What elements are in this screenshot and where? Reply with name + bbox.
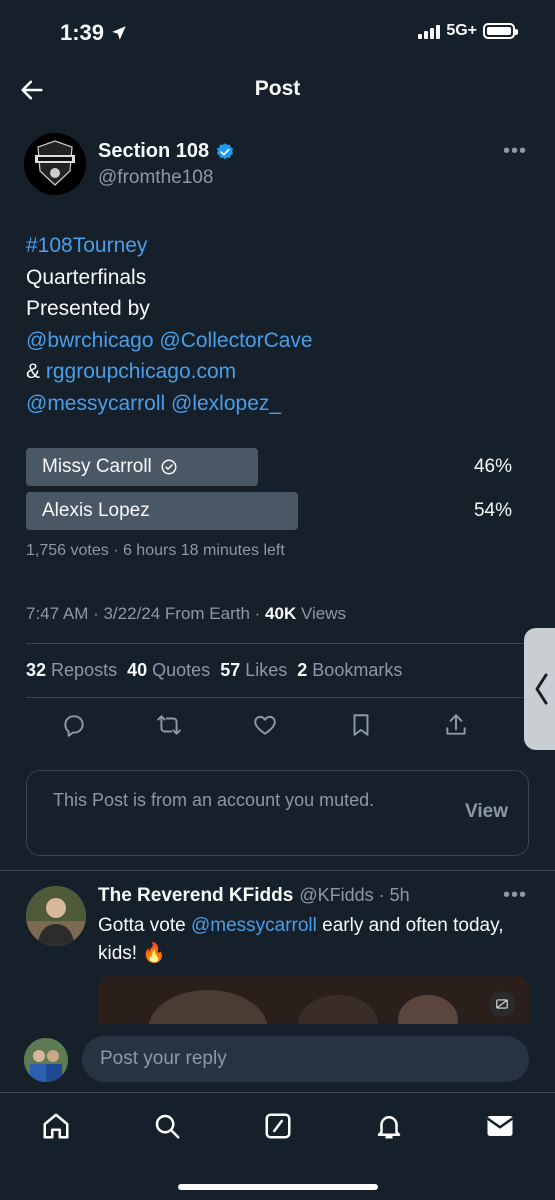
bookmark-icon <box>353 714 369 736</box>
cellular-signal-icon <box>418 23 441 39</box>
hashtag-link[interactable]: #108Tourney <box>26 234 147 257</box>
ampersand: & <box>26 360 41 383</box>
reply-author-name[interactable]: The Reverend KFidds <box>98 885 293 907</box>
nav-home[interactable] <box>41 1111 73 1143</box>
poll-percent: 46% <box>473 456 512 477</box>
post-text: #108Tourney Quarterfinals Presented by @… <box>26 230 313 419</box>
search-icon <box>155 1114 180 1139</box>
post-timestamp: 7:47 AM · 3/22/24 From Earth · 40K Views <box>26 604 346 623</box>
home-indicator <box>178 1184 378 1190</box>
location-arrow-icon <box>112 26 126 40</box>
verified-badge-icon <box>217 142 234 159</box>
chevron-left-icon <box>535 673 548 705</box>
author-handle[interactable]: @fromthe108 <box>98 167 213 189</box>
poll-option-label: Missy Carroll <box>42 456 152 477</box>
nav-messages[interactable] <box>485 1111 517 1143</box>
status-indicators: 5G+ <box>418 22 518 40</box>
divider <box>26 697 529 698</box>
mention-link[interactable]: @messycarroll <box>191 915 317 936</box>
poll-option-label: Alexis Lopez <box>42 500 150 521</box>
share-button[interactable] <box>408 712 504 742</box>
bookmark-button[interactable] <box>313 712 409 742</box>
bookmarks-stat[interactable]: 2 Bookmarks <box>297 660 402 681</box>
view-muted-button[interactable]: View <box>465 801 508 823</box>
url-link[interactable]: rggroupchicago.com <box>46 360 236 383</box>
status-time: 1:39 <box>60 20 128 46</box>
more-options-icon[interactable]: ••• <box>503 140 527 163</box>
voted-check-icon <box>161 459 177 475</box>
reply-button[interactable] <box>26 712 122 742</box>
mention-link[interactable]: @lexlopez_ <box>171 392 281 415</box>
views-count: 40K <box>265 604 297 623</box>
reply-input[interactable]: Post your reply <box>82 1036 529 1082</box>
media-settings-icon[interactable] <box>489 991 515 1017</box>
battery-icon <box>483 23 518 39</box>
post-actions <box>26 712 504 742</box>
quotes-stat[interactable]: 40 Quotes <box>127 660 210 681</box>
heart-icon <box>254 715 276 735</box>
side-panel-handle[interactable] <box>524 628 555 750</box>
repost-button[interactable] <box>122 712 218 742</box>
divider <box>26 643 529 644</box>
post-line: Presented by <box>26 297 150 320</box>
page-title: Post <box>254 77 301 100</box>
post-line: Quarterfinals <box>26 265 147 289</box>
muted-notice: This Post is from an account you muted. … <box>26 770 529 856</box>
reposts-stat[interactable]: 32 Reposts <box>26 660 117 681</box>
reply-text: Gotta vote @messycarroll early and often… <box>98 915 504 964</box>
share-icon <box>446 714 466 735</box>
section108-logo <box>24 133 86 195</box>
author-name[interactable]: Section 108 <box>98 140 235 163</box>
mail-icon <box>486 1116 514 1136</box>
reply-more-options-icon[interactable]: ••• <box>503 884 527 907</box>
poll-percent: 54% <box>473 500 512 521</box>
bell-icon <box>377 1116 401 1139</box>
reply-handle-time[interactable]: @KFidds · 5h <box>299 885 409 906</box>
mention-link[interactable]: @bwrchicago <box>26 329 154 352</box>
avatar-photo <box>24 1038 68 1082</box>
nav-grok[interactable] <box>263 1111 295 1143</box>
nav-search[interactable] <box>152 1111 184 1143</box>
avatar-photo <box>26 886 86 946</box>
post-stats: 32 Reposts 40 Quotes 57 Likes 2 Bookmark… <box>26 660 402 681</box>
reply-input-placeholder: Post your reply <box>100 1048 227 1069</box>
divider <box>0 870 555 871</box>
poll-meta: 1,756 votes · 6 hours 18 minutes left <box>26 542 285 559</box>
poll-option-1[interactable]: Missy Carroll 46% <box>26 448 516 486</box>
home-icon <box>43 1113 69 1139</box>
mention-link[interactable]: @messycarroll <box>26 392 165 415</box>
network-type: 5G+ <box>446 22 477 39</box>
author-avatar[interactable] <box>24 133 86 195</box>
grok-icon <box>265 1113 291 1139</box>
like-button[interactable] <box>217 712 313 742</box>
repost-icon <box>157 715 182 735</box>
mention-link[interactable]: @CollectorCave <box>159 329 312 352</box>
poll-option-2[interactable]: Alexis Lopez 54% <box>26 492 516 530</box>
muted-notice-text: This Post is from an account you muted. <box>53 790 375 810</box>
reply-header: The Reverend KFidds @KFidds · 5h <box>98 885 410 907</box>
nav-notifications[interactable] <box>374 1111 406 1143</box>
likes-stat[interactable]: 57 Likes <box>220 660 287 681</box>
reply-icon <box>64 715 84 737</box>
reply-author-avatar[interactable] <box>26 886 86 946</box>
current-user-avatar <box>24 1038 68 1082</box>
